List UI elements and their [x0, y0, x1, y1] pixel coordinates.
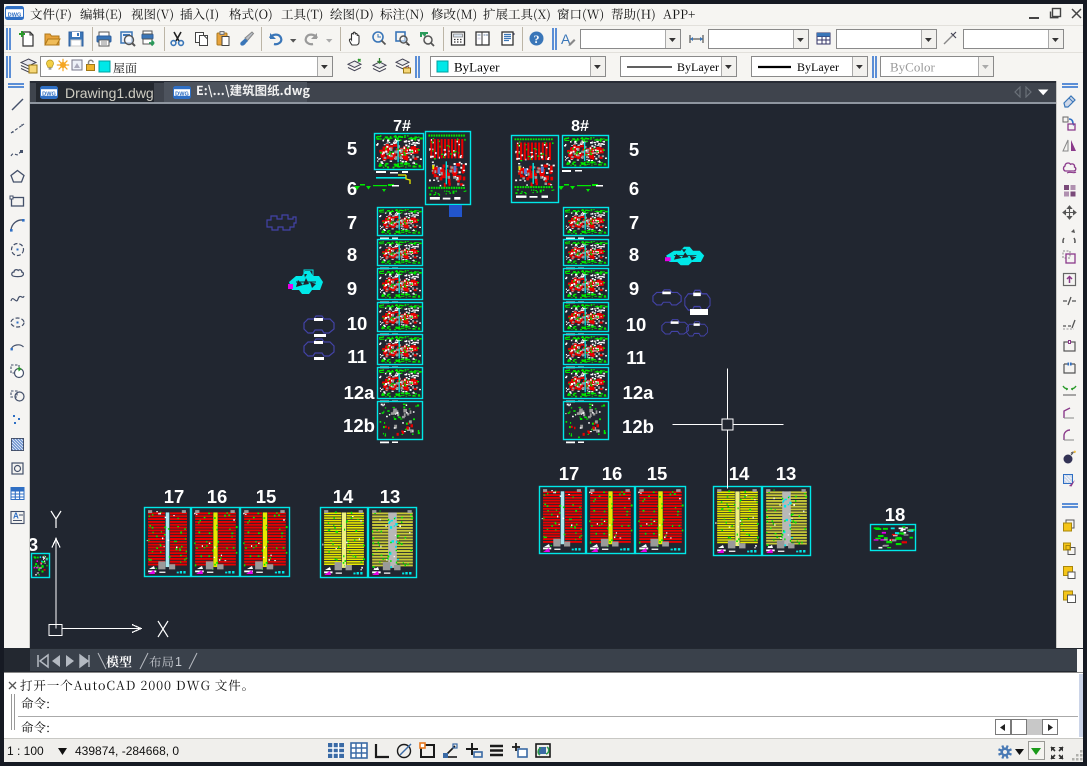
- svg-text:ByLayer: ByLayer: [797, 60, 839, 74]
- svg-text:16: 16: [602, 463, 623, 484]
- svg-text:9: 9: [347, 278, 357, 299]
- svg-text:12a: 12a: [344, 382, 376, 403]
- svg-text:7: 7: [347, 212, 357, 233]
- svg-text:A: A: [13, 512, 19, 521]
- svg-text:15: 15: [647, 463, 668, 484]
- svg-text:ByLayer: ByLayer: [677, 60, 719, 74]
- svg-text:?: ?: [534, 32, 540, 46]
- svg-text:10: 10: [347, 313, 368, 334]
- svg-text:16: 16: [207, 486, 228, 507]
- svg-text:17: 17: [164, 486, 185, 507]
- svg-text:7: 7: [629, 212, 639, 233]
- svg-text:12a: 12a: [623, 382, 655, 403]
- svg-text:12b: 12b: [622, 416, 654, 437]
- svg-text:8#: 8#: [571, 118, 589, 135]
- svg-text:6: 6: [629, 178, 639, 199]
- svg-text:10: 10: [626, 314, 647, 335]
- svg-text:11: 11: [626, 347, 646, 368]
- svg-text:15: 15: [256, 486, 277, 507]
- svg-text:14: 14: [333, 486, 354, 507]
- svg-text:DWG: DWG: [175, 91, 189, 97]
- svg-text:5: 5: [629, 139, 639, 160]
- svg-text:8: 8: [629, 244, 639, 265]
- svg-text:DWG: DWG: [42, 91, 56, 97]
- svg-text:1: 1: [175, 655, 182, 669]
- svg-text:14: 14: [729, 463, 750, 484]
- svg-text:ByLayer: ByLayer: [454, 60, 500, 75]
- svg-text:17: 17: [559, 463, 580, 484]
- svg-text:18: 18: [885, 504, 906, 525]
- svg-text:6: 6: [347, 178, 357, 199]
- svg-text:7#: 7#: [393, 118, 411, 135]
- svg-text:3: 3: [30, 534, 38, 555]
- svg-text:13: 13: [776, 463, 797, 484]
- svg-text:11: 11: [347, 346, 367, 367]
- svg-text:5: 5: [347, 138, 357, 159]
- svg-text:ByColor: ByColor: [890, 60, 935, 75]
- svg-text:9: 9: [629, 278, 639, 299]
- svg-text:13: 13: [380, 486, 401, 507]
- svg-text:12b: 12b: [343, 415, 375, 436]
- svg-text:8: 8: [347, 244, 357, 265]
